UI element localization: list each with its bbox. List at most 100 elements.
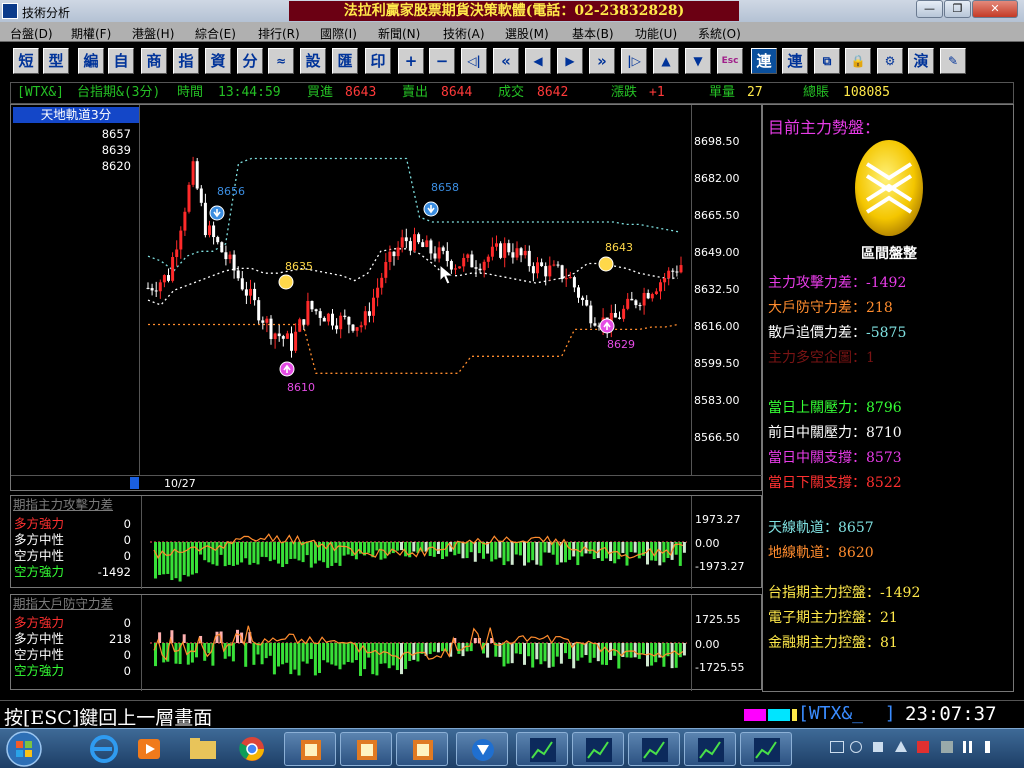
attack-force-chart[interactable]: 期指主力攻擊力差 多方強力 0 多方中性 0 空方中性 0 空方強力 -1492… [10, 495, 762, 589]
scroll-up-icon[interactable]: ▲ [653, 48, 679, 74]
flag-tray-icon[interactable] [917, 741, 929, 753]
product-button[interactable]: 商 [141, 48, 167, 74]
settings-tray-icon[interactable] [873, 742, 883, 752]
monitor-tray-icon[interactable] [941, 741, 953, 753]
sub1-row-value: 0 [123, 533, 131, 547]
metric-label: 台指期主力控盤： [768, 585, 880, 601]
chart-task-1-icon[interactable] [516, 732, 568, 766]
sub2-tick: -1725.55 [695, 661, 745, 674]
maximize-button[interactable]: ❐ [944, 0, 971, 18]
main-price-chart[interactable]: 天地軌道3分 天線軌道 8657 多空軌道 8639 地線軌道 8620 865… [10, 104, 763, 491]
show-hidden-icon[interactable] [895, 741, 907, 752]
chart-task-5-icon[interactable] [740, 732, 792, 766]
pen-icon[interactable]: ✎ [940, 48, 966, 74]
force-bar [297, 643, 301, 676]
metric-row: 當日中關支撐：8573 [768, 447, 902, 467]
zoom-in-button[interactable]: + [398, 48, 424, 74]
candle-body [216, 237, 220, 243]
print-button[interactable]: 印 [365, 48, 391, 74]
y-tick: 8583.00 [694, 394, 740, 407]
force-bar [633, 643, 637, 658]
menu-item-market[interactable]: 台盤(D) [10, 25, 53, 42]
help-tray-icon[interactable] [850, 741, 862, 753]
indicator-button[interactable]: 指 [173, 48, 199, 74]
ie-icon[interactable] [78, 732, 130, 766]
scroll-thumb[interactable] [130, 477, 139, 489]
menu-item-futures[interactable]: 期權(F) [71, 25, 111, 42]
prev-icon[interactable]: ◀ [525, 48, 551, 74]
demo-button[interactable]: 演 [908, 48, 934, 74]
window-icon[interactable]: ⧉ [814, 48, 840, 74]
last-page-icon[interactable]: |▷ [621, 48, 647, 74]
ask-label: 賣出 [402, 85, 429, 100]
folder-icon[interactable] [178, 732, 230, 766]
defense-force-plot[interactable] [142, 595, 691, 691]
force-bar [625, 643, 629, 658]
settings-button[interactable]: 設 [300, 48, 326, 74]
menu-item-news[interactable]: 新聞(N) [378, 25, 420, 42]
short-term-button[interactable]: 短 [13, 48, 39, 74]
candle-body [298, 319, 302, 332]
menu-item-system[interactable]: 系統(O) [698, 25, 741, 42]
data-button[interactable]: 資 [205, 48, 231, 74]
app-task-4-icon[interactable] [456, 732, 508, 766]
metric-label: 大戶防守力差： [768, 300, 866, 316]
metric-label: 主力攻擊力差： [768, 275, 866, 291]
defense-force-chart[interactable]: 期指大戶防守力差 多方強力 0 多方中性 218 空方中性 0 空方強力 0 1… [10, 594, 762, 691]
chrome-icon[interactable] [226, 732, 278, 766]
attack-force-plot[interactable] [142, 496, 691, 589]
first-page-icon[interactable]: ◁| [461, 48, 487, 74]
link-button[interactable]: 連 [751, 48, 777, 74]
pattern-button[interactable]: 型 [43, 48, 69, 74]
menu-item-screener[interactable]: 選股(M) [505, 25, 549, 42]
edit-button[interactable]: 編 [78, 48, 104, 74]
close-button[interactable]: ✕ [972, 0, 1018, 18]
minimize-button[interactable]: — [916, 0, 943, 18]
chart-line-icon[interactable]: ≈ [268, 48, 294, 74]
force-bar [436, 643, 440, 653]
export-button[interactable]: 匯 [332, 48, 358, 74]
custom-button[interactable]: 自 [108, 48, 134, 74]
menu-item-international[interactable]: 國際(I) [320, 25, 357, 42]
link-alt-button[interactable]: 連 [782, 48, 808, 74]
menu-item-hk[interactable]: 港盤(H) [132, 25, 174, 42]
date-divider [11, 475, 763, 476]
fast-forward-icon[interactable]: » [589, 48, 615, 74]
start-button-icon[interactable] [2, 729, 48, 768]
rail-line [147, 157, 679, 272]
period-button[interactable]: 分 [237, 48, 263, 74]
sub1-row-label: 空方中性 [14, 548, 65, 563]
menu-item-ranking[interactable]: 排行(R) [258, 25, 300, 42]
tools-icon[interactable]: ⚙ [877, 48, 903, 74]
esc-button[interactable]: Esc [717, 48, 743, 74]
chart-task-3-icon[interactable] [628, 732, 680, 766]
lock-icon[interactable]: 🔒 [845, 48, 871, 74]
force-bar [646, 542, 649, 565]
chart-task-4-icon[interactable] [684, 732, 736, 766]
volume-tray-icon[interactable] [985, 741, 997, 753]
app-task-1-icon[interactable] [284, 732, 336, 766]
menu-item-fundamental[interactable]: 基本(B) [572, 25, 614, 42]
menu-item-functions[interactable]: 功能(U) [635, 25, 677, 42]
keyboard-tray-icon[interactable] [830, 741, 844, 753]
force-bar [547, 542, 551, 553]
candle-body [486, 256, 490, 262]
media-player-icon[interactable] [124, 732, 176, 766]
signal-marker-label: 8656 [217, 185, 245, 198]
force-bar [158, 542, 162, 575]
zoom-out-button[interactable]: − [429, 48, 455, 74]
menu-item-technical[interactable]: 技術(A) [443, 25, 485, 42]
candle-body [548, 265, 552, 277]
chart-task-2-icon[interactable] [572, 732, 624, 766]
fast-back-icon[interactable]: « [493, 48, 519, 74]
scroll-down-icon[interactable]: ▼ [685, 48, 711, 74]
candle-body [564, 278, 568, 280]
app-task-2-icon[interactable] [340, 732, 392, 766]
bid-label: 買進 [307, 85, 334, 100]
network-tray-icon[interactable] [963, 741, 975, 753]
next-icon[interactable]: ▶ [557, 48, 583, 74]
force-bar [658, 542, 662, 566]
price-plot[interactable]: 8656 8658 8635 8643 8610 8629 [140, 105, 691, 475]
app-task-3-icon[interactable] [396, 732, 448, 766]
menu-item-composite[interactable]: 綜合(E) [195, 25, 236, 42]
